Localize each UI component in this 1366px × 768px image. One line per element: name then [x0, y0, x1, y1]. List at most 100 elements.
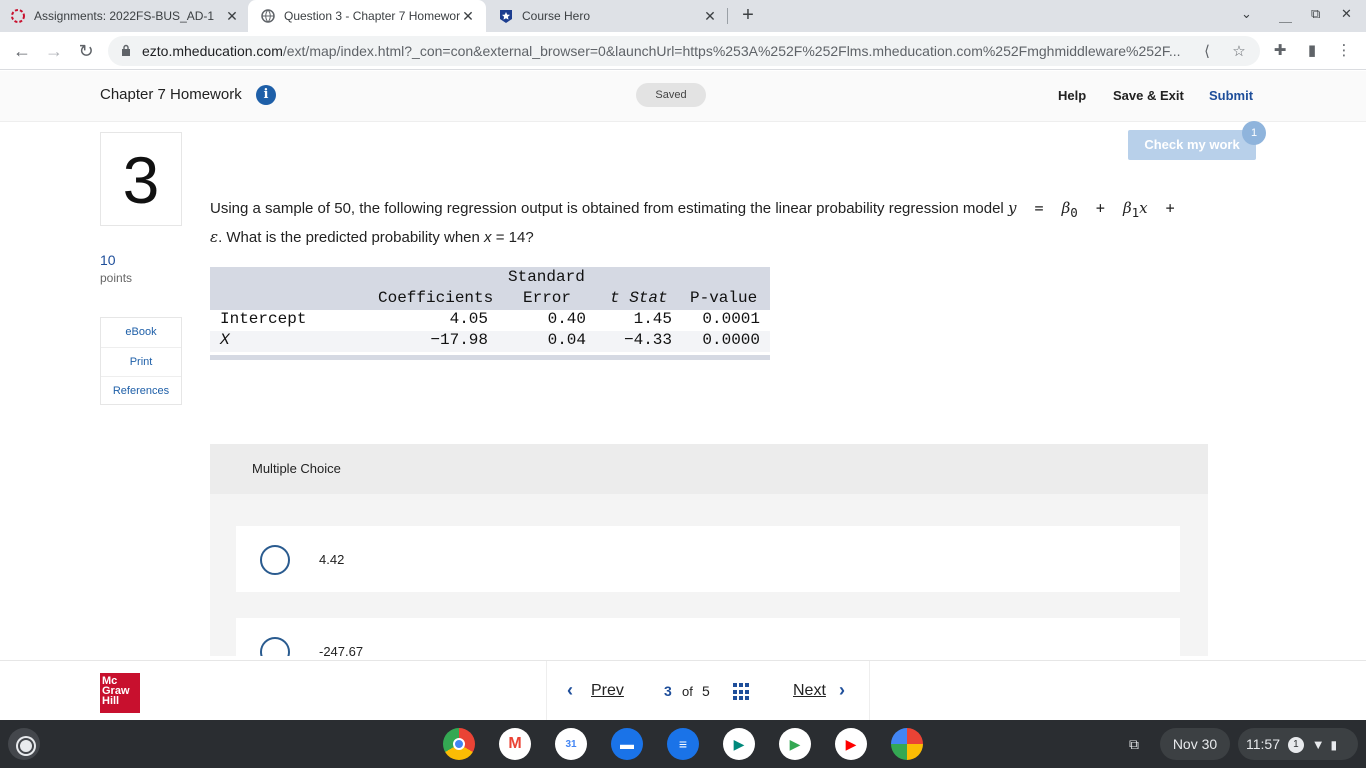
- url-text: ezto.mheducation.com/ext/map/index.html?…: [142, 43, 1182, 59]
- chevron-left-icon[interactable]: ‹: [567, 680, 573, 701]
- youtube-icon[interactable]: ▶: [835, 728, 867, 760]
- radio-button[interactable]: [260, 637, 290, 656]
- row-se: 0.40: [547, 310, 586, 328]
- regression-equation: y = β0 + β1x +: [1007, 199, 1175, 220]
- header-coef: Coefficients: [378, 289, 494, 307]
- tab-assignments[interactable]: Assignments: 2022FS-BUS_AD-1 ✕: [10, 0, 246, 32]
- help-link[interactable]: Help: [1058, 88, 1086, 103]
- table-header: Standard Coefficients Error t Stat P-val…: [210, 267, 770, 310]
- back-icon[interactable]: ←: [11, 40, 33, 62]
- side-panel-icon[interactable]: ▮: [1302, 41, 1322, 61]
- question-number: 3: [100, 132, 182, 226]
- launcher-icon[interactable]: [8, 728, 40, 760]
- question-navigation: ‹ Prev 3 of 5 Next ›: [546, 661, 870, 721]
- submit-link[interactable]: Submit: [1209, 88, 1253, 103]
- play-store-icon[interactable]: ▶: [779, 728, 811, 760]
- photos-icon[interactable]: [891, 728, 923, 760]
- address-bar[interactable]: ezto.mheducation.com/ext/map/index.html?…: [108, 36, 1260, 66]
- question-intro: Using a sample of 50, the following regr…: [210, 200, 1004, 217]
- browser-toolbar: ← → ↻ ezto.mheducation.com/ext/map/index…: [0, 32, 1366, 70]
- calendar-icon[interactable]: 31: [555, 728, 587, 760]
- choice-option[interactable]: -247.67: [236, 618, 1180, 656]
- date-display[interactable]: Nov 30: [1160, 728, 1230, 760]
- row-se: 0.04: [547, 331, 586, 349]
- choice-label: 4.42: [319, 552, 345, 567]
- multiple-choice-panel: Multiple Choice 4.42 -247.67: [210, 444, 1208, 656]
- save-exit-link[interactable]: Save & Exit: [1113, 88, 1184, 103]
- row-label: X: [220, 331, 230, 349]
- row-t: −4.33: [623, 331, 672, 349]
- tab-separator: [727, 8, 728, 24]
- mcgraw-loading-icon: [10, 8, 26, 24]
- references-link[interactable]: References: [101, 376, 181, 405]
- wifi-icon: ▼: [1311, 737, 1325, 752]
- multiple-choice-heading: Multiple Choice: [210, 444, 1208, 494]
- page-of-label: of: [682, 684, 693, 699]
- tab-search-icon[interactable]: ⌄: [1241, 6, 1252, 22]
- close-window-icon[interactable]: ✕: [1341, 6, 1352, 22]
- header-t: t Stat: [610, 289, 668, 307]
- grid-view-icon[interactable]: [733, 683, 751, 701]
- row-coef: −17.98: [430, 331, 488, 349]
- info-icon[interactable]: i: [256, 85, 276, 105]
- messages-icon[interactable]: ≡: [667, 728, 699, 760]
- new-tab-icon[interactable]: +: [737, 5, 759, 27]
- mcgraw-hill-logo: Mc Graw Hill: [100, 673, 140, 713]
- restore-icon[interactable]: ⧉: [1311, 6, 1320, 22]
- row-coef: 4.05: [449, 310, 488, 328]
- close-tab-icon[interactable]: ✕: [224, 8, 240, 24]
- tab-title: Course Hero: [522, 9, 591, 23]
- lock-icon: [122, 44, 130, 56]
- header-se-bottom: Error: [523, 289, 572, 307]
- table-row: Intercept 4.05 0.40 1.45 0.0001: [210, 310, 770, 331]
- tab-title: Question 3 - Chapter 7 Homewor: [284, 9, 461, 23]
- points-label: points: [100, 271, 133, 285]
- share-icon[interactable]: ⟨: [1198, 42, 1216, 60]
- total-pages: 5: [702, 683, 710, 699]
- close-tab-icon[interactable]: ✕: [702, 8, 718, 24]
- os-shelf: M 31 ▬ ≡ ▶ ▶ ▶ ⧉ Nov 30 11:57 1 ▼ ▮: [0, 720, 1366, 768]
- x-value: 14?: [508, 229, 534, 246]
- chevron-right-icon[interactable]: ›: [839, 680, 845, 701]
- reload-icon[interactable]: ↻: [75, 40, 97, 62]
- next-button[interactable]: Next: [793, 682, 826, 700]
- points-value: 10: [100, 252, 116, 268]
- url-path: /ext/map/index.html?_con=con&external_br…: [282, 43, 1181, 59]
- bottom-bar: Mc Graw Hill ‹ Prev 3 of 5 Next ›: [0, 660, 1366, 721]
- clipboard-icon[interactable]: ⧉: [1120, 728, 1148, 760]
- files-icon[interactable]: ▬: [611, 728, 643, 760]
- choice-option[interactable]: 4.42: [236, 526, 1180, 592]
- system-tray[interactable]: 11:57 1 ▼ ▮: [1238, 728, 1358, 760]
- question-tools: eBook Print References: [100, 317, 182, 405]
- row-p: 0.0000: [702, 331, 760, 349]
- regression-table: Standard Coefficients Error t Stat P-val…: [210, 267, 770, 360]
- minimize-icon[interactable]: ＿: [1279, 6, 1292, 25]
- prev-button[interactable]: Prev: [591, 682, 624, 700]
- logo-line: Hill: [102, 695, 120, 707]
- choice-label: -247.67: [319, 644, 364, 656]
- close-tab-icon[interactable]: ✕: [460, 8, 476, 24]
- menu-icon[interactable]: ⋮: [1334, 41, 1354, 61]
- chrome-icon[interactable]: [443, 728, 475, 760]
- battery-icon: ▮: [1330, 738, 1338, 752]
- extensions-icon[interactable]: ✚: [1270, 41, 1290, 61]
- ebook-link[interactable]: eBook: [101, 318, 181, 347]
- forward-icon[interactable]: →: [43, 40, 65, 62]
- print-link[interactable]: Print: [101, 347, 181, 376]
- error-term: ε: [210, 228, 219, 246]
- globe-icon: [260, 8, 276, 24]
- course-hero-icon: [498, 8, 514, 24]
- row-t: 1.45: [633, 310, 672, 328]
- current-page: 3: [664, 683, 672, 699]
- check-my-work-button[interactable]: Check my work: [1128, 130, 1256, 160]
- tab-question[interactable]: Question 3 - Chapter 7 Homewor ✕: [248, 0, 486, 32]
- notification-badge: 1: [1287, 737, 1304, 754]
- radio-button[interactable]: [260, 545, 290, 575]
- star-icon[interactable]: ☆: [1230, 42, 1248, 60]
- check-count-badge: 1: [1242, 121, 1266, 145]
- question-text: Using a sample of 50, the following regr…: [210, 199, 1175, 246]
- question-prompt: . What is the predicted probability when: [218, 229, 480, 246]
- meet-icon[interactable]: ▶: [723, 728, 755, 760]
- tab-course-hero[interactable]: Course Hero ✕: [498, 0, 724, 32]
- gmail-icon[interactable]: M: [499, 728, 531, 760]
